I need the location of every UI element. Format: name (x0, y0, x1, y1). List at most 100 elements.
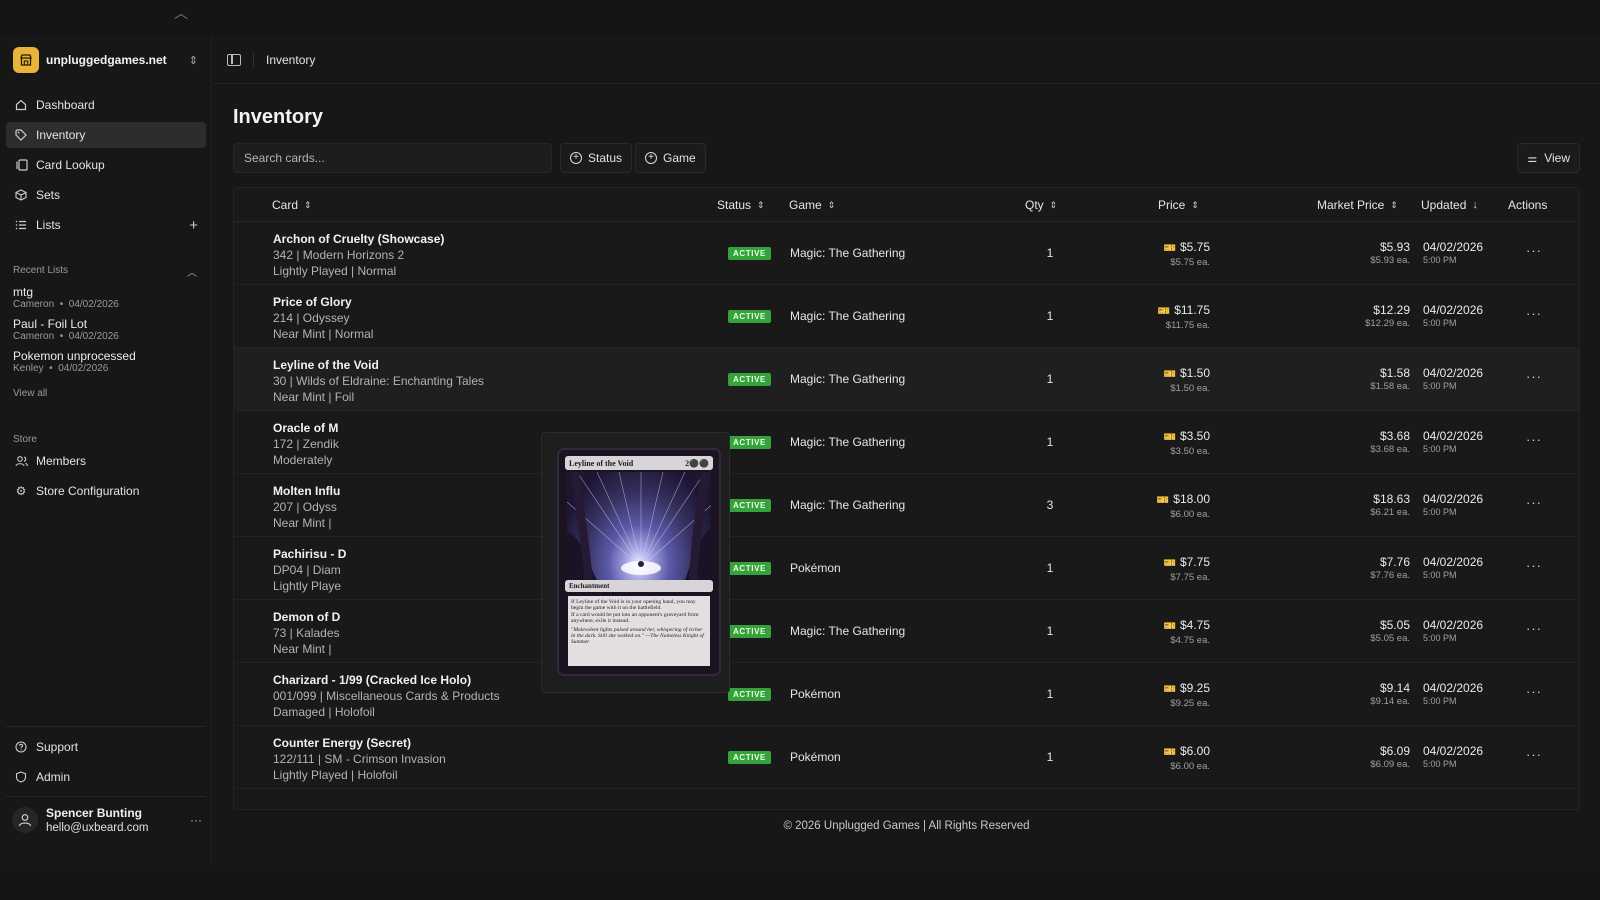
breadcrumb[interactable]: Inventory (266, 53, 315, 67)
quantity: 1 (1046, 372, 1054, 386)
card-name[interactable]: Leyline of the Void (273, 357, 379, 373)
recent-list-item[interactable]: Pokemon unprocessed Kenley • 04/02/2026 (13, 349, 203, 375)
market-price-each: $6.21 ea. (1370, 507, 1410, 518)
card-name[interactable]: Demon of D (273, 609, 340, 625)
card-title-bar: Leyline of the Void 2⚫⚫ (565, 456, 713, 470)
sliders-icon: ⚌ (1527, 152, 1538, 165)
market-price: $1.58 $1.58 ea. (1330, 366, 1410, 393)
market-price-each: $7.76 ea. (1370, 570, 1410, 581)
recent-list-item[interactable]: Paul - Foil Lot Cameron • 04/02/2026 (13, 317, 203, 343)
divider (6, 726, 206, 727)
table-row[interactable]: Counter Energy (Secret) 122/111 | SM - Cr… (234, 726, 1579, 789)
row-actions-icon[interactable]: ··· (1526, 621, 1542, 636)
game-filter-button[interactable]: + Game (635, 143, 706, 173)
recent-list-item[interactable]: mtg Cameron • 04/02/2026 (13, 285, 203, 311)
table-row[interactable]: Oracle of M 172 | Zendik Moderately ACTIVE M… (234, 411, 1579, 474)
sidebar-item-card-lookup[interactable]: Card Lookup (6, 152, 206, 178)
market-price-each: $6.09 ea. (1370, 759, 1410, 770)
card-condition: Lightly Played | Holofoil (273, 768, 398, 782)
sidebar-item-dashboard[interactable]: Dashboard (6, 92, 206, 118)
store-switcher[interactable]: unpluggedgames.net ⇕ (8, 44, 204, 76)
row-actions-icon[interactable]: ··· (1526, 369, 1542, 384)
sidebar-item-members[interactable]: Members (6, 448, 206, 474)
more-icon[interactable]: ··· (190, 813, 202, 827)
sidebar-item-inventory[interactable]: Inventory (6, 122, 206, 148)
card-name[interactable]: Pachirisu - D (273, 546, 346, 562)
sidebar-item-admin[interactable]: Admin (6, 764, 206, 790)
game-name: Pokémon (790, 687, 841, 701)
price-each: $3.50 ea. (1170, 446, 1210, 457)
table-row[interactable]: Archon of Cruelty (Showcase) 342 | Modern… (234, 222, 1579, 285)
sidebar-toggle-icon[interactable] (227, 53, 241, 66)
row-actions-icon[interactable]: ··· (1526, 495, 1542, 510)
sidebar-item-lists[interactable]: Lists + (6, 212, 206, 238)
table-row[interactable]: Pachirisu - D DP04 | Diam Lightly Playe ACT… (234, 537, 1579, 600)
status-badge: ACTIVE (728, 436, 771, 449)
quantity: 1 (1046, 246, 1054, 260)
quantity: 1 (1046, 687, 1054, 701)
sidebar-item-label: Admin (36, 770, 71, 784)
card-name: Leyline of the Void (569, 458, 634, 468)
sidebar-item-sets[interactable]: Sets (6, 182, 206, 208)
add-list-icon[interactable]: + (189, 217, 198, 234)
sidebar-item-label: Lists (36, 218, 61, 232)
column-header-qty[interactable]: Qty ⇕ (1025, 198, 1057, 212)
row-actions-icon[interactable]: ··· (1526, 243, 1542, 258)
status-badge: ACTIVE (728, 562, 771, 575)
card-type-line: Enchantment (565, 580, 713, 592)
sidebar-item-label: Store Configuration (36, 484, 140, 498)
column-header-price[interactable]: Price ⇕ (1158, 198, 1199, 212)
game-name: Magic: The Gathering (790, 246, 906, 260)
market-price-value: $9.14 (1379, 681, 1410, 695)
ticket-icon: 🎫 (1163, 432, 1176, 443)
table-row[interactable]: Charizard - 1/99 (Cracked Ice Holo) 001/0… (234, 663, 1579, 726)
status-badge: ACTIVE (728, 499, 771, 512)
user-menu[interactable]: Spencer Bunting hello@uxbeard.com ··· (12, 806, 202, 834)
table-row[interactable]: Molten Influ 207 | Odyss Near Mint | ACTIVE… (234, 474, 1579, 537)
updated-date: 04/02/2026 (1423, 744, 1484, 758)
row-actions-icon[interactable]: ··· (1526, 747, 1542, 762)
card-name[interactable]: Charizard - 1/99 (Cracked Ice Holo) (273, 672, 471, 688)
card-name[interactable]: Archon of Cruelty (Showcase) (273, 231, 444, 247)
updated-date: 04/02/2026 (1423, 366, 1484, 380)
card-name[interactable]: Molten Influ (273, 483, 340, 499)
sidebar-item-store-configuration[interactable]: ⚙ Store Configuration (6, 478, 206, 504)
column-header-market-price[interactable]: Market Price ⇕ (1317, 198, 1398, 212)
chevron-up-icon[interactable]: ︿ (187, 264, 197, 279)
game-name: Magic: The Gathering (790, 372, 906, 386)
table-row[interactable]: Demon of D 73 | Kalades Near Mint | ACTIVE M… (234, 600, 1579, 663)
view-all-link[interactable]: View all (13, 388, 47, 399)
card-name[interactable]: Oracle of M (273, 420, 338, 436)
sidebar: unpluggedgames.net ⇕ Dashboard Inventory… (0, 36, 212, 865)
row-actions-icon[interactable]: ··· (1526, 684, 1542, 699)
ticket-icon: 🎫 (1163, 747, 1176, 758)
quantity: 3 (1046, 498, 1054, 512)
market-price: $3.68 $3.68 ea. (1330, 429, 1410, 456)
view-options-button[interactable]: ⚌ View (1517, 143, 1580, 173)
recent-list-name: Pokemon unprocessed (13, 349, 136, 363)
row-actions-icon[interactable]: ··· (1526, 432, 1542, 447)
help-icon (14, 740, 28, 754)
updated-date: 04/02/2026 (1423, 492, 1484, 506)
user-name: Spencer Bunting (46, 806, 143, 820)
column-header-game[interactable]: Game ⇕ (789, 198, 835, 212)
row-actions-icon[interactable]: ··· (1526, 558, 1542, 573)
sort-icon: ⇕ (1390, 200, 1398, 210)
column-header-updated[interactable]: Updated ↓ (1421, 198, 1478, 212)
market-price-value: $12.29 (1373, 303, 1410, 317)
status-filter-button[interactable]: + Status (560, 143, 633, 173)
price-value: $9.25 (1179, 681, 1210, 695)
column-header-card[interactable]: Card ⇕ (272, 198, 312, 212)
sidebar-item-support[interactable]: Support (6, 734, 206, 760)
row-actions-icon[interactable]: ··· (1526, 306, 1542, 321)
chevron-up-icon[interactable]: ︿ (174, 3, 188, 23)
ticket-icon: 🎫 (1156, 495, 1170, 506)
quantity: 1 (1046, 435, 1054, 449)
table-row[interactable]: Leyline of the Void 30 | Wilds of Eldrain… (234, 348, 1579, 411)
card-name[interactable]: Price of Glory (273, 294, 352, 310)
toolbar: + Status + Game ⚌ View (233, 143, 1580, 173)
column-header-status[interactable]: Status ⇕ (717, 198, 765, 212)
table-row[interactable]: Price of Glory 214 | Odyssey Near Mint | N… (234, 285, 1579, 348)
search-input[interactable] (233, 143, 552, 173)
card-name[interactable]: Counter Energy (Secret) (273, 735, 411, 751)
